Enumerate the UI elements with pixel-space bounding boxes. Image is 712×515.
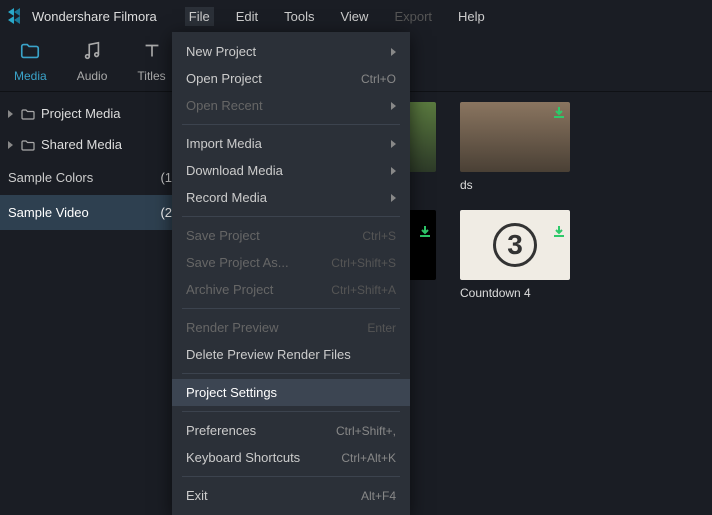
menu-shortcut: Ctrl+Alt+K: [341, 451, 396, 465]
toolbar-label: Audio: [77, 69, 108, 83]
menu-help[interactable]: Help: [454, 7, 489, 26]
toolbar-label: Titles: [137, 69, 165, 83]
chevron-right-icon: [8, 141, 13, 149]
menu-item-project-settings[interactable]: Project Settings: [172, 379, 410, 406]
download-icon: [552, 214, 566, 228]
sidebar: Project Media Shared Media Sample Colors (…: [0, 92, 180, 504]
menu-item-label: Import Media: [186, 136, 262, 151]
sidebar-item-label: Sample Colors: [8, 170, 93, 185]
menu-export[interactable]: Export: [390, 7, 436, 26]
menu-item-download-media[interactable]: Download Media: [172, 157, 410, 184]
menu-shortcut: Enter: [367, 321, 396, 335]
menu-item-label: Record Media: [186, 190, 267, 205]
menu-item-label: Save Project: [186, 228, 260, 243]
menu-item-label: Save Project As...: [186, 255, 289, 270]
download-icon: [552, 106, 566, 120]
chevron-right-icon: [8, 110, 13, 118]
app-logo: [8, 8, 24, 24]
sidebar-item[interactable]: Sample Video (2: [0, 195, 180, 230]
file-menu-dropdown: New Project Open Project Ctrl+O Open Recent…: [172, 32, 410, 515]
menu-separator: [182, 373, 400, 374]
sidebar-item[interactable]: Sample Colors (1: [0, 160, 180, 195]
toolbar-titles[interactable]: Titles: [131, 36, 171, 87]
menu-item-label: Exit: [186, 488, 208, 503]
menu-separator: [182, 216, 400, 217]
media-icon: [19, 40, 41, 65]
toolbar-label: Media: [14, 69, 47, 83]
menu-file[interactable]: File: [185, 7, 214, 26]
menu-item-delete-preview-render-files[interactable]: Delete Preview Render Files: [172, 341, 410, 368]
menu-item-label: New Project: [186, 44, 256, 59]
menu-shortcut: Ctrl+Shift+A: [331, 283, 396, 297]
menu-item-label: Archive Project: [186, 282, 273, 297]
menu-item-keyboard-shortcuts[interactable]: Keyboard Shortcuts Ctrl+Alt+K: [172, 444, 410, 471]
thumbnail[interactable]: 3Countdown 4: [460, 210, 570, 300]
audio-icon: [81, 40, 103, 65]
chevron-right-icon: [391, 194, 396, 202]
menu-shortcut: Alt+F4: [361, 489, 396, 503]
sidebar-group-label: Project Media: [41, 106, 120, 121]
menu-item-label: Keyboard Shortcuts: [186, 450, 300, 465]
menu-shortcut: Ctrl+O: [361, 72, 396, 86]
menu-item-save-project: Save Project Ctrl+S: [172, 222, 410, 249]
menu-separator: [182, 411, 400, 412]
chevron-right-icon: [391, 102, 396, 110]
sidebar-group[interactable]: Project Media: [0, 98, 180, 129]
download-icon: [418, 214, 432, 228]
toolbar-media[interactable]: Media: [8, 36, 53, 87]
chevron-right-icon: [391, 48, 396, 56]
menu-item-open-project[interactable]: Open Project Ctrl+O: [172, 65, 410, 92]
sidebar-item-count: (1: [160, 170, 172, 185]
thumbnail[interactable]: ds: [460, 102, 570, 192]
sidebar-group-label: Shared Media: [41, 137, 122, 152]
menu-shortcut: Ctrl+Shift+,: [336, 424, 396, 438]
sidebar-group[interactable]: Shared Media: [0, 129, 180, 160]
app-title: Wondershare Filmora: [32, 9, 157, 24]
menu-separator: [182, 476, 400, 477]
menu-shortcut: Ctrl+Shift+S: [331, 256, 396, 270]
toolbar-audio[interactable]: Audio: [71, 36, 114, 87]
menu-item-preferences[interactable]: Preferences Ctrl+Shift+,: [172, 417, 410, 444]
menu-item-label: Open Project: [186, 71, 262, 86]
menu-item-record-media[interactable]: Record Media: [172, 184, 410, 211]
menu-item-new-project[interactable]: New Project: [172, 38, 410, 65]
menu-item-exit[interactable]: Exit Alt+F4: [172, 482, 410, 509]
menu-view[interactable]: View: [336, 7, 372, 26]
sidebar-item-count: (2: [160, 205, 172, 220]
menu-item-render-preview: Render Preview Enter: [172, 314, 410, 341]
menu-separator: [182, 308, 400, 309]
menu-item-open-recent: Open Recent: [172, 92, 410, 119]
titlebar: Wondershare Filmora File Edit Tools View Exp…: [0, 0, 712, 32]
menu-item-save-project-as: Save Project As... Ctrl+Shift+S: [172, 249, 410, 276]
chevron-right-icon: [391, 140, 396, 148]
menu-item-label: Download Media: [186, 163, 283, 178]
menu-shortcut: Ctrl+S: [362, 229, 396, 243]
menu-separator: [182, 124, 400, 125]
thumbnail-label: Countdown 4: [460, 286, 570, 300]
menu-item-label: Project Settings: [186, 385, 277, 400]
menu-item-import-media[interactable]: Import Media: [172, 130, 410, 157]
chevron-right-icon: [391, 167, 396, 175]
sidebar-item-label: Sample Video: [8, 205, 89, 220]
titles-icon: [141, 40, 163, 65]
menu-item-label: Open Recent: [186, 98, 263, 113]
menu-item-label: Preferences: [186, 423, 256, 438]
folder-icon: [21, 139, 35, 151]
menu-item-label: Render Preview: [186, 320, 279, 335]
thumbnail-label: ds: [460, 178, 570, 192]
folder-icon: [21, 108, 35, 120]
menu-tools[interactable]: Tools: [280, 7, 318, 26]
menubar: File Edit Tools View Export Help: [185, 7, 489, 26]
menu-item-archive-project: Archive Project Ctrl+Shift+A: [172, 276, 410, 303]
menu-edit[interactable]: Edit: [232, 7, 262, 26]
menu-item-label: Delete Preview Render Files: [186, 347, 351, 362]
